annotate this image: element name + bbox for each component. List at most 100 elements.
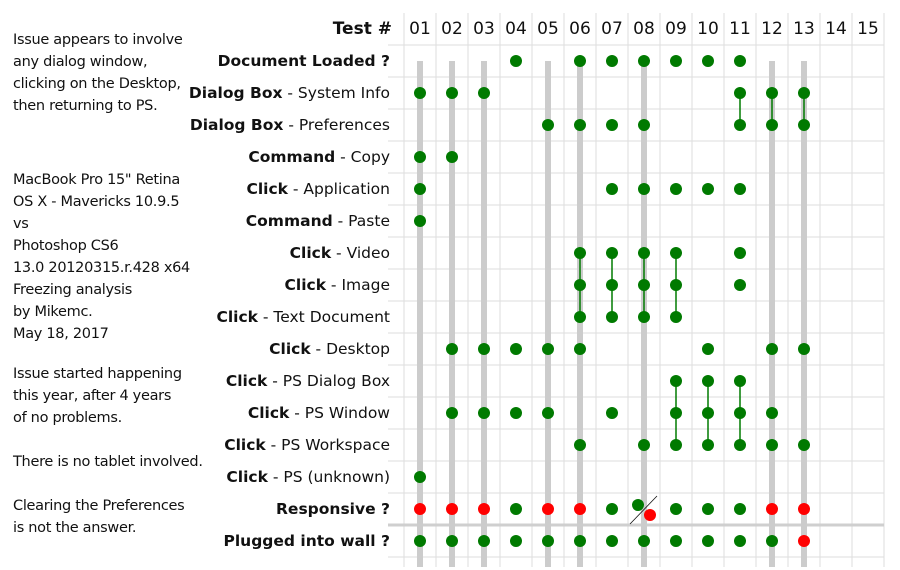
dot-green (414, 471, 426, 483)
dot-green (510, 55, 522, 67)
freeze-bar-05 (545, 61, 551, 567)
freeze-matrix-chart (388, 13, 885, 567)
dot-green (670, 279, 682, 291)
dot-green (606, 407, 618, 419)
dot-green (606, 535, 618, 547)
dot-green (414, 151, 426, 163)
dot-green (766, 87, 778, 99)
dot-green (414, 215, 426, 227)
dot-green (606, 55, 618, 67)
dot-green (638, 279, 650, 291)
dot-green (446, 343, 458, 355)
dot-red (478, 503, 490, 515)
dot-green (734, 503, 746, 515)
freeze-bar-13 (801, 61, 807, 567)
dot-green (510, 407, 522, 419)
dot-green (798, 87, 810, 99)
dot-green (446, 151, 458, 163)
dot-red (414, 503, 426, 515)
dot-green (606, 503, 618, 515)
dot-green (734, 375, 746, 387)
dot-red (798, 535, 810, 547)
dot-green (542, 119, 554, 131)
dot-green (734, 119, 746, 131)
dot-green (478, 343, 490, 355)
dot-green (414, 183, 426, 195)
dot-green (574, 535, 586, 547)
dot-green (702, 439, 714, 451)
dot-green (638, 183, 650, 195)
dot-green (702, 55, 714, 67)
dot-red (542, 503, 554, 515)
freeze-bar-01 (417, 61, 423, 567)
dot-green (734, 183, 746, 195)
dot-green (414, 87, 426, 99)
dot-green (574, 439, 586, 451)
dot-green-split (632, 499, 644, 511)
dot-green (670, 55, 682, 67)
dot-green (734, 55, 746, 67)
dot-green (734, 535, 746, 547)
dot-red-split (644, 509, 656, 521)
dot-green (670, 535, 682, 547)
dot-green (606, 279, 618, 291)
dot-green (510, 535, 522, 547)
dot-green (702, 407, 714, 419)
dot-green (446, 407, 458, 419)
dot-green (478, 407, 490, 419)
dot-green (798, 119, 810, 131)
dot-green (766, 407, 778, 419)
dot-green (574, 343, 586, 355)
dot-green (574, 247, 586, 259)
dot-green (734, 439, 746, 451)
dot-green (798, 343, 810, 355)
dot-green (574, 119, 586, 131)
dot-green (478, 535, 490, 547)
dot-green (670, 503, 682, 515)
dot-green (766, 119, 778, 131)
dot-green (446, 535, 458, 547)
dot-green (542, 535, 554, 547)
freeze-bar-12 (769, 61, 775, 567)
dot-green (574, 311, 586, 323)
dot-green (542, 407, 554, 419)
dot-green (766, 439, 778, 451)
dot-green (638, 439, 650, 451)
freeze-bar-03 (481, 61, 487, 567)
dot-green (638, 247, 650, 259)
dot-green (606, 183, 618, 195)
dot-green (798, 439, 810, 451)
dot-green (702, 343, 714, 355)
dot-green (734, 87, 746, 99)
dot-green (670, 375, 682, 387)
dot-red (446, 503, 458, 515)
dot-green (510, 343, 522, 355)
dot-green (606, 311, 618, 323)
dot-green (766, 343, 778, 355)
dot-red (574, 503, 586, 515)
dot-green (734, 279, 746, 291)
dot-green (638, 535, 650, 547)
dot-green (734, 247, 746, 259)
dot-green (510, 503, 522, 515)
dot-green (606, 247, 618, 259)
dot-green (606, 119, 618, 131)
dot-green (702, 375, 714, 387)
dot-green (638, 311, 650, 323)
dot-green (638, 119, 650, 131)
dot-green (670, 439, 682, 451)
dot-green (702, 183, 714, 195)
dot-green (574, 55, 586, 67)
dot-green (638, 55, 650, 67)
dot-green (670, 183, 682, 195)
dot-green (542, 343, 554, 355)
dot-green (414, 535, 426, 547)
dot-green (670, 407, 682, 419)
dot-green (734, 407, 746, 419)
dot-green (766, 535, 778, 547)
freeze-bar-02 (449, 61, 455, 567)
dot-green (670, 247, 682, 259)
dot-green (446, 87, 458, 99)
dot-green (478, 87, 490, 99)
dot-green (702, 503, 714, 515)
